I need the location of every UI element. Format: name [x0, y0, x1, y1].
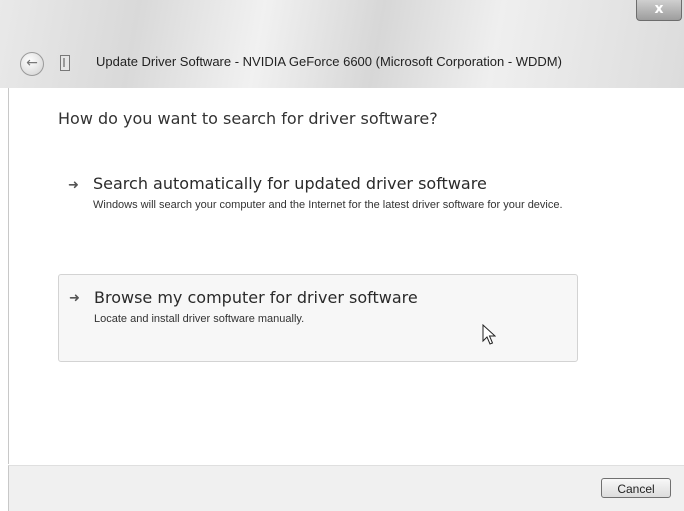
window-title: Update Driver Software - NVIDIA GeForce …: [96, 54, 562, 69]
back-button[interactable]: ←: [20, 52, 44, 76]
title-bar: x ← Update Driver Software - NVIDIA GeFo…: [0, 0, 684, 88]
right-arrow-icon: ➜: [68, 178, 79, 193]
page-heading: How do you want to search for driver sof…: [58, 109, 438, 128]
right-arrow-icon: ➜: [69, 291, 80, 306]
footer-bar: [8, 465, 684, 511]
back-arrow-icon: ←: [26, 55, 38, 71]
mouse-cursor-icon: [482, 324, 496, 345]
option-title: Search automatically for updated driver …: [93, 174, 487, 193]
option-title: Browse my computer for driver software: [94, 288, 418, 307]
device-icon: [60, 55, 70, 71]
option-description: Windows will search your computer and th…: [93, 199, 563, 211]
update-driver-dialog: x ← Update Driver Software - NVIDIA GeFo…: [0, 0, 684, 511]
browse-computer-option[interactable]: ➜ Browse my computer for driver software…: [58, 274, 578, 362]
search-automatically-option[interactable]: ➜ Search automatically for updated drive…: [58, 166, 576, 244]
cancel-button[interactable]: Cancel: [601, 478, 671, 498]
close-button[interactable]: x: [636, 0, 682, 21]
